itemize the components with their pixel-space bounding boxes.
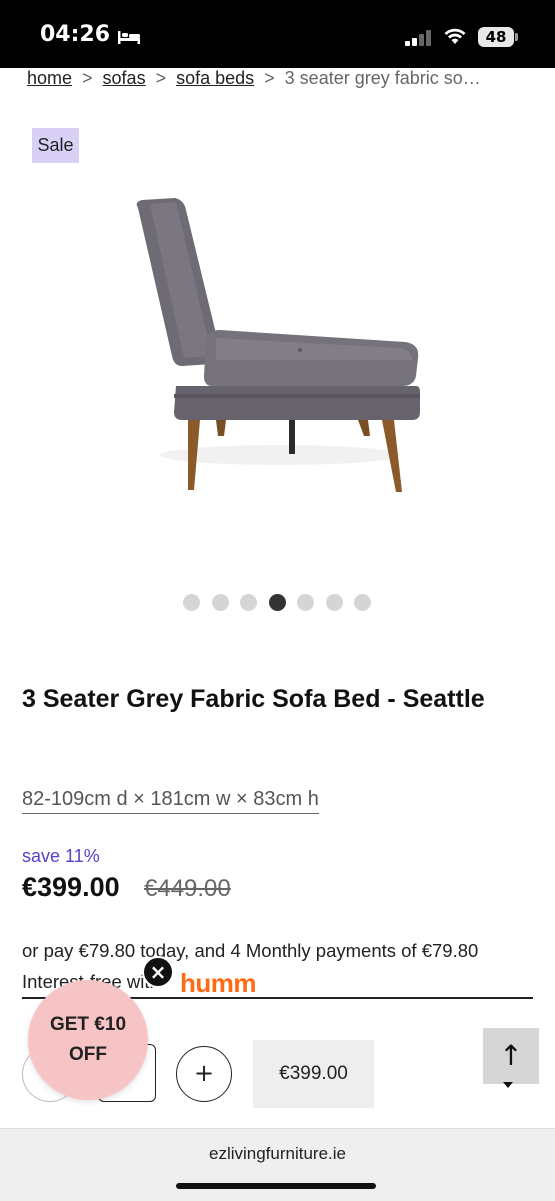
product-image[interactable]: [120, 180, 440, 510]
gallery-dot-active[interactable]: [268, 594, 286, 611]
browser-url-bar: ezlivingfurniture.ie: [0, 1128, 555, 1201]
wifi-icon: [444, 28, 466, 44]
gallery-dot[interactable]: [240, 594, 257, 611]
product-title: 3 Seater Grey Fabric Sofa Bed - Seattle: [22, 685, 485, 713]
promo-line-2: OFF: [69, 1044, 107, 1065]
close-icon[interactable]: ×: [142, 956, 174, 988]
add-to-cart-button[interactable]: €399.00: [253, 1040, 374, 1108]
breadcrumb-separator: >: [82, 68, 93, 88]
breadcrumb: home > sofas > sofa beds >3 seater grey fabri…: [27, 68, 547, 94]
humm-logo-text: humm: [180, 968, 257, 998]
gallery-dot[interactable]: [354, 594, 371, 611]
old-price: €449.00: [144, 875, 231, 902]
bed-icon: [118, 31, 140, 44]
sale-badge: Sale: [32, 128, 79, 163]
signal-icon: [405, 30, 431, 46]
arrow-up-icon: ↑: [499, 1039, 523, 1072]
battery-tip: [515, 33, 518, 41]
breadcrumb-sofa-beds-link[interactable]: sofa beds: [176, 68, 254, 88]
gallery-dot[interactable]: [211, 594, 229, 611]
url-text[interactable]: ezlivingfurniture.ie: [0, 1144, 555, 1164]
quantity-increase-button[interactable]: +: [176, 1046, 232, 1102]
promo-bubble[interactable]: GET €10 OFF: [28, 980, 148, 1100]
payment-plan-text: or pay €79.80 today, and 4 Monthly payme…: [22, 940, 479, 961]
product-dimensions-link[interactable]: 82-109cm d × 181cm w × 83cm h: [22, 788, 319, 814]
battery-icon: 48: [478, 27, 514, 47]
current-price: €399.00: [22, 872, 120, 902]
breadcrumb-separator: >: [155, 68, 167, 88]
scroll-to-top-button[interactable]: ↑: [483, 1028, 539, 1084]
gallery-dot[interactable]: [325, 594, 343, 611]
chevron-down-icon: [503, 1082, 513, 1088]
status-bar: 04:26 48: [0, 0, 555, 68]
promo-text: GET €10 OFF: [28, 1010, 148, 1070]
clock-time: 04:26: [40, 22, 111, 47]
breadcrumb-home-link[interactable]: home: [27, 68, 72, 88]
save-percentage: save 11%: [22, 846, 100, 866]
gallery-dot[interactable]: [297, 594, 314, 611]
gallery-dot[interactable]: [183, 594, 200, 611]
home-indicator[interactable]: [176, 1183, 376, 1189]
breadcrumb-separator: >: [264, 68, 275, 88]
promo-line-1: GET €10: [49, 1014, 127, 1035]
humm-logo[interactable]: humm: [180, 968, 257, 999]
breadcrumb-current: 3 seater grey fabric so…: [284, 68, 481, 88]
breadcrumb-sofas-link[interactable]: sofas: [103, 68, 146, 88]
